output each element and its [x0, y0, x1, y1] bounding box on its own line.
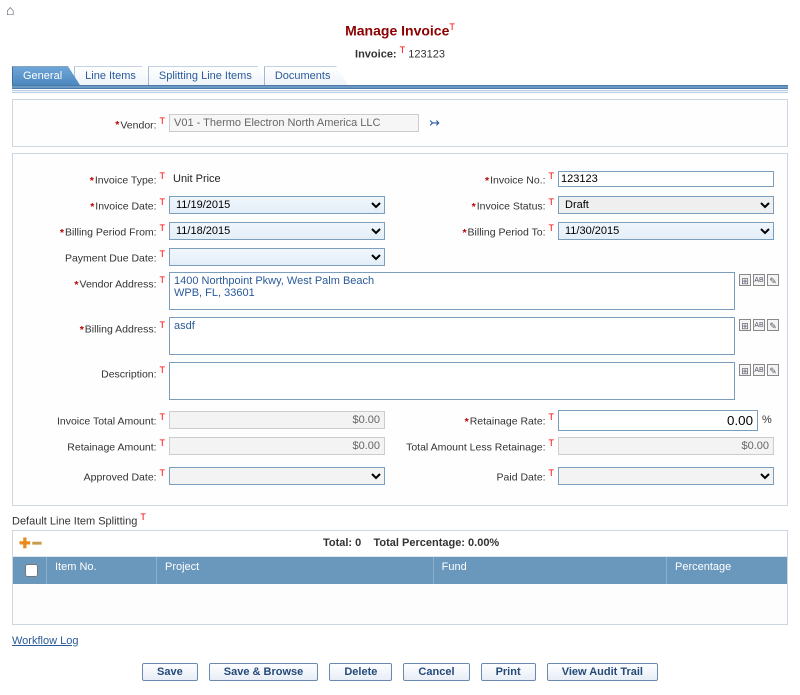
- payment-due-label: Payment Due Date:: [65, 253, 157, 265]
- details-panel: *Invoice Type: T Unit Price *Invoice Dat…: [12, 153, 788, 506]
- tab-line-items[interactable]: Line Items: [74, 66, 154, 85]
- edit-icon[interactable]: ✎: [767, 274, 779, 286]
- vendor-label-text: Vendor:: [120, 119, 156, 131]
- billing-to-label: Billing Period To:: [468, 227, 546, 239]
- home-icon[interactable]: ⌂: [6, 2, 14, 18]
- percent-symbol: %: [762, 414, 772, 426]
- split-total: Total: 0: [323, 537, 361, 549]
- payment-due-select[interactable]: [169, 248, 385, 266]
- tab-splitting[interactable]: Splitting Line Items: [148, 66, 270, 85]
- invoice-header-line: Invoice: T 123123: [0, 45, 800, 61]
- save-button[interactable]: Save: [142, 663, 198, 681]
- description-textarea[interactable]: [169, 362, 735, 400]
- tab-documents[interactable]: Documents: [264, 66, 349, 85]
- expand-icon[interactable]: ⊞: [739, 274, 751, 286]
- invoice-status-label: Invoice Status:: [477, 201, 546, 213]
- abc-icon[interactable]: AB: [753, 274, 765, 286]
- tabs: General Line Items Splitting Line Items …: [12, 66, 788, 85]
- edit-icon[interactable]: ✎: [767, 364, 779, 376]
- workflow-log-link[interactable]: Workflow Log: [12, 635, 78, 647]
- vendor-address-label: Vendor Address:: [80, 279, 157, 291]
- page-title: Manage InvoiceT: [0, 22, 800, 39]
- vendor-address-textarea[interactable]: [169, 272, 735, 310]
- page-title-text: Manage Invoice: [345, 23, 449, 39]
- splitting-table-header: Item No. Project Fund Percentage: [13, 557, 787, 584]
- expand-icon[interactable]: ⊞: [739, 364, 751, 376]
- invoice-type-label: Invoice Type:: [95, 175, 157, 187]
- total-amount-label: Invoice Total Amount:: [57, 416, 157, 428]
- delete-button[interactable]: Delete: [329, 663, 392, 681]
- add-row-icon[interactable]: ✚: [19, 535, 31, 552]
- retainage-amount-value: $0.00: [169, 437, 385, 455]
- splitting-section-label: Default Line Item Splitting T: [12, 512, 788, 528]
- remove-row-icon[interactable]: ━: [33, 535, 41, 552]
- total-less-label: Total Amount Less Retainage:: [406, 442, 546, 454]
- col-item-no: Item No.: [47, 557, 157, 584]
- splitting-table-body: [13, 584, 787, 624]
- invoice-date-label: Invoice Date:: [95, 201, 156, 213]
- col-project: Project: [157, 557, 434, 584]
- total-amount-value: $0.00: [169, 411, 385, 429]
- paid-date-label: Paid Date:: [497, 472, 546, 484]
- expand-icon[interactable]: ⊞: [739, 319, 751, 331]
- invoice-no-input[interactable]: [558, 171, 774, 187]
- abc-icon[interactable]: AB: [753, 364, 765, 376]
- invoice-type-value: Unit Price: [169, 173, 221, 185]
- retainage-amount-label: Retainage Amount:: [67, 442, 156, 454]
- vendor-panel: *Vendor: T ↣: [12, 99, 788, 147]
- description-label: Description:: [101, 369, 156, 381]
- vendor-label: *Vendor: T: [21, 116, 169, 132]
- title-sup-icon: T: [449, 22, 455, 32]
- approved-date-label: Approved Date:: [84, 472, 157, 484]
- print-button[interactable]: Print: [481, 663, 536, 681]
- invoice-number: 123123: [408, 48, 445, 60]
- billing-from-label: Billing Period From:: [65, 227, 157, 239]
- save-browse-button[interactable]: Save & Browse: [209, 663, 318, 681]
- col-fund: Fund: [434, 557, 667, 584]
- billing-address-textarea[interactable]: [169, 317, 735, 355]
- tab-general[interactable]: General: [12, 66, 80, 85]
- vendor-link-icon[interactable]: ↣: [429, 115, 440, 131]
- invoice-sup-icon: T: [400, 45, 406, 55]
- paid-date-select[interactable]: [558, 467, 774, 485]
- approved-date-select[interactable]: [169, 467, 385, 485]
- retainage-rate-input[interactable]: [558, 410, 758, 431]
- invoice-label: Invoice:: [355, 48, 397, 60]
- billing-from-select[interactable]: 11/18/2015: [169, 222, 385, 240]
- invoice-date-select[interactable]: 11/19/2015: [169, 196, 385, 214]
- split-total-pct: Total Percentage: 0.00%: [373, 537, 499, 549]
- col-percentage: Percentage: [667, 557, 787, 584]
- splitting-panel: ✚ ━ Total: 0 Total Percentage: 0.00% Ite…: [12, 530, 788, 625]
- billing-address-label: Billing Address:: [85, 324, 157, 336]
- abc-icon[interactable]: AB: [753, 319, 765, 331]
- total-less-value: $0.00: [558, 437, 774, 455]
- retainage-rate-label: Retainage Rate:: [470, 416, 546, 428]
- invoice-no-label: Invoice No.:: [490, 175, 545, 187]
- billing-to-select[interactable]: 11/30/2015: [558, 222, 774, 240]
- audit-button[interactable]: View Audit Trail: [547, 663, 658, 681]
- vendor-input: [169, 114, 419, 132]
- edit-icon[interactable]: ✎: [767, 319, 779, 331]
- invoice-status-select[interactable]: Draft: [558, 196, 774, 214]
- select-all-checkbox[interactable]: [25, 564, 38, 577]
- cancel-button[interactable]: Cancel: [403, 663, 469, 681]
